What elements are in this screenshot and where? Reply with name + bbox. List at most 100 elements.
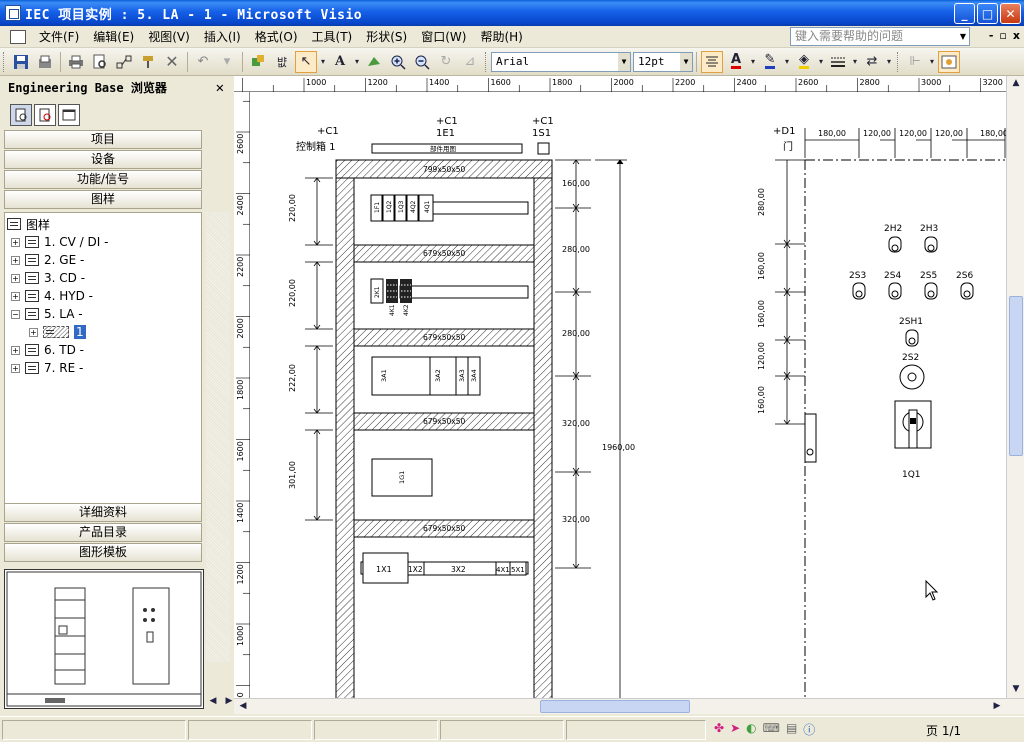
doc-minimize-button[interactable]: - — [989, 29, 994, 42]
tab-templates[interactable]: 图形模板 — [4, 543, 202, 562]
redo-icon[interactable]: ▾ — [216, 51, 238, 73]
line-color-icon[interactable]: ✎ — [759, 51, 781, 73]
shapes-icon[interactable] — [247, 51, 269, 73]
tray-arrow-icon[interactable]: ➤ — [730, 721, 740, 738]
layer-icon[interactable]: ⊩ — [904, 51, 926, 73]
expand-icon[interactable]: + — [29, 327, 38, 337]
drawing-canvas[interactable]: +C1 控制箱 1 +C1 1E1 部件用图 +C1 1S1 799x50x50… — [250, 92, 1006, 698]
pointer-icon[interactable]: ↖ — [295, 50, 317, 73]
delete-icon[interactable]: ✕ — [161, 51, 183, 73]
browser-scrollbar[interactable] — [206, 212, 230, 662]
format-painter-icon[interactable] — [137, 51, 159, 73]
page-preview[interactable] — [4, 569, 204, 709]
doc-restore-button[interactable]: ▫ — [999, 29, 1006, 42]
toolbar-grip[interactable] — [3, 51, 6, 72]
text-dropdown-icon[interactable]: ▾ — [353, 51, 361, 73]
chevron-down-icon[interactable]: ▼ — [618, 52, 630, 71]
tab-details[interactable]: 详细资料 — [4, 503, 202, 522]
expand-icon[interactable]: + — [11, 363, 20, 373]
print-icon[interactable] — [65, 51, 87, 73]
align-icon[interactable]: ⊿ — [459, 51, 481, 73]
tab-drawings[interactable]: 图样 — [4, 190, 202, 209]
tray-moon-icon[interactable]: ◐ — [746, 721, 756, 738]
horizontal-scroll-thumb[interactable] — [540, 700, 690, 713]
shapes-window-icon[interactable] — [938, 50, 960, 73]
tray-help-icon[interactable]: ⓘ — [803, 721, 815, 738]
scroll-left-icon[interactable]: ◀ — [236, 699, 250, 713]
font-color-icon[interactable]: A — [725, 51, 747, 73]
left-profile[interactable] — [335, 177, 355, 698]
tray-keyboard-icon[interactable]: ⌨ — [763, 721, 780, 738]
chevron-down-icon[interactable]: ▼ — [957, 28, 969, 45]
chevron-down-icon[interactable]: ▼ — [680, 52, 692, 71]
menu-window[interactable]: 窗口(W) — [414, 27, 473, 47]
menu-view[interactable]: 视图(V) — [141, 27, 197, 47]
line-color-dropdown-icon[interactable]: ▾ — [783, 51, 791, 73]
doc-close-button[interactable]: x — [1013, 29, 1020, 42]
pointer-dropdown-icon[interactable]: ▾ — [319, 51, 327, 73]
browser-close-icon[interactable]: ✕ — [216, 78, 224, 98]
scroll-down-icon[interactable]: ▼ — [1009, 682, 1023, 696]
zoom-in-icon[interactable] — [387, 51, 409, 73]
tab-functions[interactable]: 功能/信号 — [4, 170, 202, 189]
selector-2s2[interactable] — [899, 364, 925, 390]
expand-icon[interactable]: + — [11, 291, 20, 301]
browser-search-icon[interactable] — [34, 104, 56, 126]
rotate-icon[interactable]: ↻ — [435, 51, 457, 73]
expand-icon[interactable]: + — [11, 255, 20, 265]
minimize-button[interactable]: _ — [954, 3, 975, 24]
line-weight-icon[interactable] — [827, 51, 849, 73]
font-name-select[interactable]: Arial ▼ — [491, 51, 631, 72]
horizontal-scrollbar[interactable]: ◀ ▶ — [234, 698, 1024, 714]
menu-help[interactable]: 帮助(H) — [473, 27, 529, 47]
scroll-up-icon[interactable]: ▲ — [1009, 76, 1023, 90]
toolbar-grip-2[interactable] — [485, 51, 488, 72]
tray-app-icon[interactable]: ✤ — [714, 721, 724, 738]
expand-icon[interactable]: + — [11, 273, 20, 283]
visio-app-icon[interactable] — [5, 5, 21, 21]
save-icon[interactable] — [10, 51, 32, 73]
tray-settings-icon[interactable]: ▤ — [786, 721, 797, 738]
menu-insert[interactable]: 插入(I) — [197, 27, 248, 47]
line-ends-icon[interactable]: ⇄ — [861, 51, 883, 73]
text-icon[interactable]: A — [329, 51, 351, 73]
expand-icon[interactable]: + — [11, 237, 20, 247]
fill-color-icon[interactable]: ◈ — [793, 51, 815, 73]
vertical-ruler[interactable]: 260024002200200018001600140012001000800 — [234, 92, 250, 708]
font-size-select[interactable]: 12pt ▼ — [633, 51, 693, 72]
zoom-out-icon[interactable] — [411, 51, 433, 73]
menu-format[interactable]: 格式(O) — [248, 27, 305, 47]
tree-item[interactable]: + 4. HYD - — [11, 287, 93, 305]
switch-1s1[interactable] — [537, 142, 550, 155]
tree-item[interactable]: − 5. LA - — [11, 305, 83, 323]
scroll-right-icon[interactable]: ▶ — [990, 699, 1004, 713]
horizontal-ruler[interactable]: 1000 1200 1400 1600 1800 2000 2200 2400 2600 2800… — [234, 76, 1008, 92]
font-color-dropdown-icon[interactable]: ▾ — [749, 51, 757, 73]
tab-catalog[interactable]: 产品目录 — [4, 523, 202, 542]
tree-item[interactable]: + 3. CD - — [11, 269, 85, 287]
vertical-scroll-thumb[interactable] — [1009, 296, 1023, 456]
fill-color-dropdown-icon[interactable]: ▾ — [817, 51, 825, 73]
layer-dropdown-icon[interactable]: ▾ — [928, 51, 936, 73]
tree-child[interactable]: + 1 — [29, 323, 86, 341]
menu-edit[interactable]: 编辑(E) — [86, 27, 141, 47]
open-icon[interactable] — [34, 51, 56, 73]
vertical-scrollbar[interactable]: ▲ ▼ — [1006, 76, 1024, 698]
expand-icon[interactable]: + — [11, 345, 20, 355]
tree-item[interactable]: + 2. GE - — [11, 251, 84, 269]
collapse-icon[interactable]: − — [11, 309, 20, 319]
browser-window-icon[interactable] — [58, 104, 80, 126]
help-search-input[interactable]: 键入需要帮助的问题 ▼ — [790, 27, 970, 46]
menu-shape[interactable]: 形状(S) — [359, 27, 414, 47]
connection-point-icon[interactable]: 뱞 — [271, 51, 293, 73]
tree-item[interactable]: + 6. TD - — [11, 341, 84, 359]
undo-icon[interactable]: ↶ — [192, 51, 214, 73]
tab-project[interactable]: 项目 — [4, 130, 202, 149]
browser-view-icon[interactable] — [10, 104, 32, 126]
stamp-icon[interactable] — [363, 51, 385, 73]
close-button[interactable]: ✕ — [1000, 3, 1021, 24]
print-preview-icon[interactable] — [89, 51, 111, 73]
line-weight-dropdown-icon[interactable]: ▾ — [851, 51, 859, 73]
tree-item[interactable]: + 1. CV / DI - — [11, 233, 108, 251]
toolbar-grip-3[interactable] — [897, 51, 900, 72]
